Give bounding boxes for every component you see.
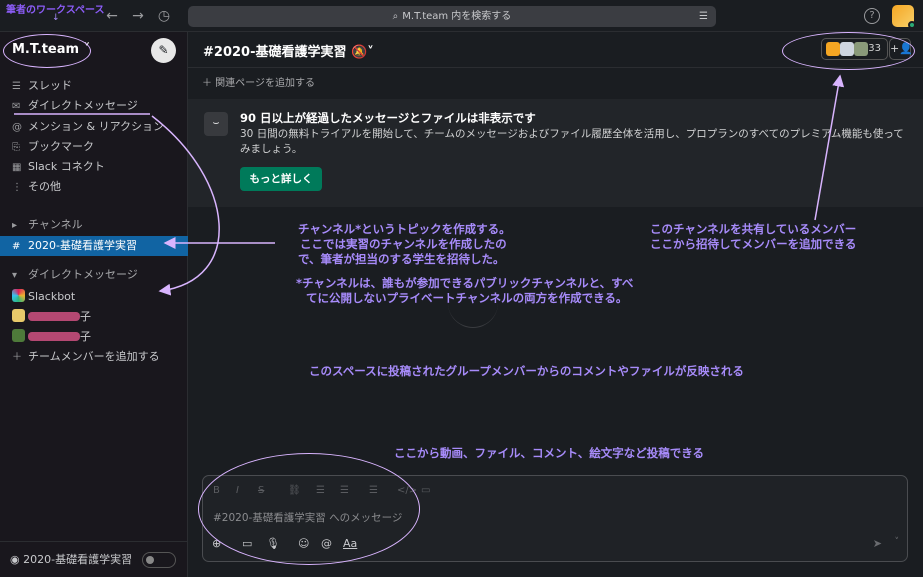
- sidebar-item-dms[interactable]: ✉ ダイレクトメッセージ: [0, 96, 188, 116]
- annotation-channel-2: ここでは実習のチャンネルを作成したの: [300, 237, 507, 251]
- forward-icon[interactable]: →: [128, 7, 148, 25]
- history-icon[interactable]: ◷: [154, 7, 174, 25]
- add-member-label: チームメンバーを追加する: [28, 350, 160, 363]
- slackbot-icon: [12, 289, 25, 302]
- annotation-oval-members: [782, 32, 915, 70]
- top-bar: 筆者のワークスペース ↓ ← → ◷ ⌕ M.T.team 内を検索する ☰ ?: [0, 0, 923, 32]
- sidebar-item-more[interactable]: ⋮ その他: [0, 177, 188, 197]
- notice-title: 90 日以上が経過したメッセージとファイルは非表示です: [240, 111, 536, 125]
- main-panel: #2020-基礎看護学実習 🔕˅ 33 +👤 ＋ 関連ページを追加する ⌣ 90…: [188, 32, 923, 577]
- annotation-oval-workspace: [3, 34, 91, 68]
- annotation-composer: ここから動画、ファイル、コメント、絵文字など投稿できる: [394, 446, 705, 460]
- annotation-space: このスペースに投稿されたグループメンバーからのコメントやファイルが反映される: [309, 364, 744, 378]
- hash-icon: #: [12, 241, 21, 252]
- dm-label: Slackbot: [28, 290, 76, 303]
- redacted-name: [28, 332, 80, 341]
- dm-icon: ✉: [12, 101, 21, 112]
- huddle-icon: ◉: [10, 553, 24, 566]
- plus-icon: ＋: [12, 352, 22, 363]
- dm-item-user-2[interactable]: 子: [0, 327, 188, 347]
- channel-label: 2020-基礎看護学実習: [28, 239, 137, 252]
- add-team-member[interactable]: ＋ チームメンバーを追加する: [0, 347, 188, 367]
- user-avatar-icon: [12, 329, 25, 342]
- send-icon[interactable]: ➤: [873, 537, 882, 550]
- mention-icon: @: [12, 122, 22, 133]
- section-label: ダイレクトメッセージ: [28, 268, 138, 281]
- annotation-note-1: *チャンネルは、誰もが参加できるパブリックチャンネルと、すべ: [296, 276, 634, 290]
- annotation-members-2: ここから招待してメンバーを追加できる: [650, 237, 857, 251]
- sidebar-item-label: ブックマーク: [28, 140, 94, 153]
- online-status-icon: [908, 21, 916, 29]
- thread-icon: ☰: [12, 81, 21, 92]
- search-input[interactable]: ⌕ M.T.team 内を検索する ☰: [188, 6, 716, 27]
- channel-title[interactable]: #2020-基礎看護学実習 🔕˅: [203, 41, 374, 60]
- caret-down-icon: ▾: [12, 270, 18, 281]
- back-icon[interactable]: ←: [102, 7, 122, 25]
- sidebar-item-label: スレッド: [28, 79, 72, 92]
- help-icon[interactable]: ?: [864, 8, 880, 24]
- learn-more-button[interactable]: もっと詳しく: [240, 167, 322, 191]
- search-icon: ⌕: [392, 11, 399, 22]
- user-avatar-icon: [12, 309, 25, 322]
- chevron-down-icon[interactable]: ˅: [895, 537, 900, 547]
- huddle-toggle[interactable]: [142, 552, 176, 568]
- mute-icon: 🔕˅: [351, 45, 374, 60]
- compose-icon[interactable]: ✎: [151, 38, 176, 63]
- sidebar-item-label: その他: [28, 180, 61, 193]
- sidebar-channel-active[interactable]: #2020-基礎看護学実習: [0, 236, 188, 256]
- sidebar-item-bookmarks[interactable]: ⎘ ブックマーク: [0, 137, 188, 157]
- annotation-channel-1: チャンネル*というトピックを作成する。: [298, 222, 511, 236]
- loading-spinner: [448, 302, 498, 328]
- sidebar-item-threads[interactable]: ☰ スレッド: [0, 76, 188, 96]
- history-notice: ⌣ 90 日以上が経過したメッセージとファイルは非表示です 30 日間の無料トラ…: [188, 99, 923, 207]
- connect-icon: ▦: [12, 162, 22, 173]
- code-block-icon[interactable]: ▭: [421, 485, 430, 496]
- sidebar-item-label: Slack コネクト: [28, 160, 105, 173]
- section-label: チャンネル: [28, 218, 83, 231]
- dm-section-toggle[interactable]: ▾ ダイレクトメッセージ: [0, 265, 188, 285]
- dm-label: 子: [80, 310, 91, 323]
- annotation-arrow-down: ↓: [52, 13, 60, 23]
- annotation-channel-3: で、筆者が担当のする学生を招待した。: [298, 252, 505, 266]
- channel-header: #2020-基礎看護学実習 🔕˅ 33 +👤: [188, 32, 923, 70]
- sidebar-item-label: ダイレクトメッセージ: [28, 99, 138, 112]
- sidebar: M.T.team ˅ ✎ ☰ スレッド ✉ ダイレクトメッセージ @ メンション & …: [0, 32, 188, 577]
- dm-item-slackbot[interactable]: Slackbot: [0, 287, 188, 307]
- dm-label: 子: [80, 330, 91, 343]
- channel-title-text: #2020-基礎看護学実習: [203, 45, 347, 60]
- sidebar-item-mentions[interactable]: @ メンション & リアクション: [0, 117, 188, 137]
- more-icon: ⋮: [12, 182, 22, 193]
- sidebar-item-connect[interactable]: ▦ Slack コネクト: [0, 157, 188, 177]
- channels-section-toggle[interactable]: ▸ チャンネル: [0, 215, 188, 235]
- huddle-channel: 2020-基礎看護学実習: [23, 553, 133, 566]
- redacted-name: [28, 312, 80, 321]
- add-bookmark-link[interactable]: ＋ 関連ページを追加する: [202, 74, 315, 89]
- bookmark-icon: ⎘: [12, 142, 20, 153]
- notice-body: 30 日間の無料トライアルを開始して、チームのメッセージおよびファイル履歴全体を…: [240, 128, 904, 155]
- caret-right-icon: ▸: [12, 220, 18, 231]
- notice-icon: ⌣: [204, 112, 228, 136]
- sidebar-item-label: メンション & リアクション: [28, 120, 165, 133]
- filter-icon[interactable]: ☰: [699, 6, 708, 27]
- dm-item-user-1[interactable]: 子: [0, 307, 188, 327]
- search-placeholder: M.T.team 内を検索する: [402, 11, 512, 22]
- user-avatar[interactable]: [892, 5, 916, 29]
- huddle-bar: ◉ 2020-基礎看護学実習: [0, 541, 188, 577]
- annotation-members-1: このチャンネルを共有しているメンバー: [650, 222, 857, 236]
- annotation-oval-composer: [198, 453, 420, 565]
